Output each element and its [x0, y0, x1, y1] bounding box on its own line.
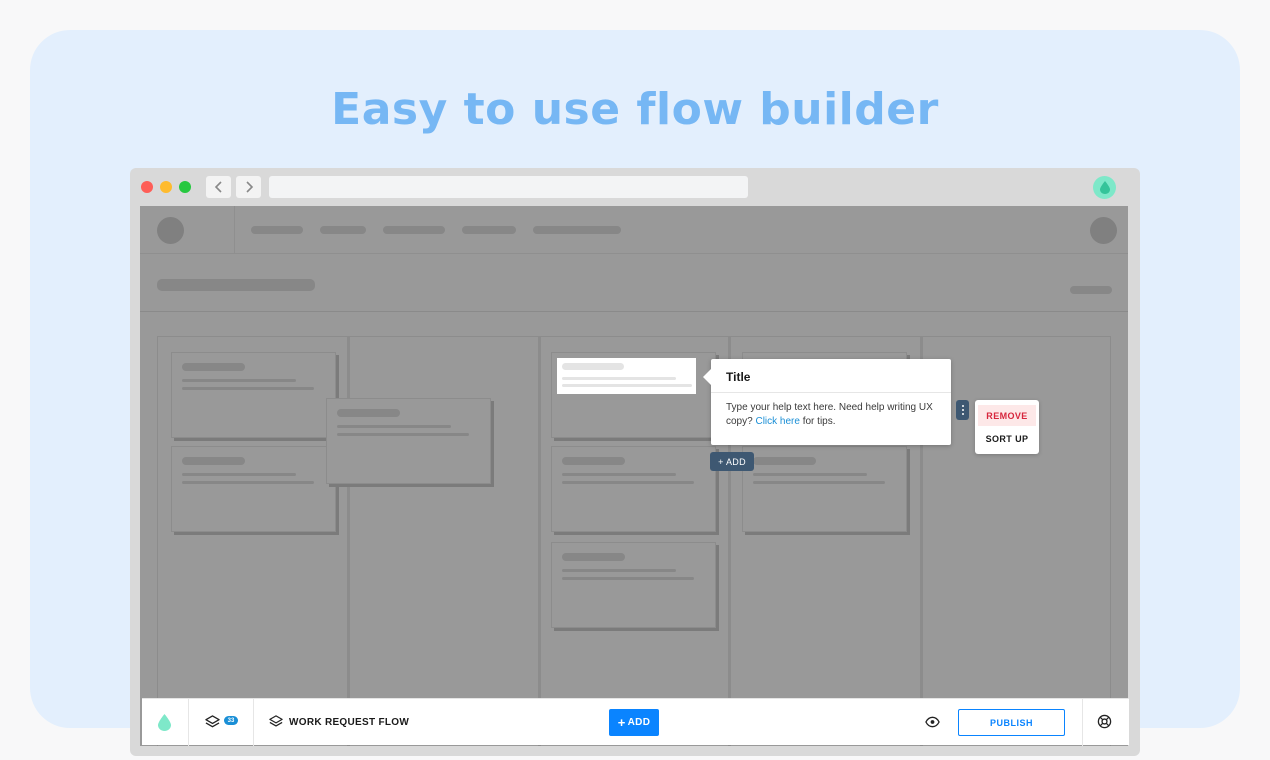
back-button[interactable]	[206, 176, 231, 198]
flow-card[interactable]	[171, 446, 336, 532]
drop-icon	[158, 714, 171, 731]
brand-button[interactable]	[158, 714, 171, 736]
headline: Easy to use flow builder	[331, 84, 939, 135]
eye-icon	[925, 716, 940, 728]
nav-placeholder	[383, 226, 445, 234]
nav-placeholder	[320, 226, 366, 234]
layers-button[interactable]	[205, 715, 220, 735]
close-window-dot[interactable]	[141, 181, 153, 193]
publish-button[interactable]: PUBLISH	[958, 709, 1065, 736]
layers-icon	[205, 715, 220, 728]
remove-menu-item[interactable]: REMOVE	[978, 405, 1036, 426]
action-placeholder	[1070, 286, 1112, 294]
help-tooltip: Title Type your help text here. Need hel…	[703, 359, 951, 445]
flow-card[interactable]	[551, 446, 716, 532]
tooltip-title: Title	[726, 370, 751, 384]
app-header-placeholder	[140, 206, 1128, 254]
address-bar[interactable]	[269, 176, 748, 198]
chevron-right-icon	[245, 181, 253, 193]
nav-placeholder	[462, 226, 516, 234]
card-context-menu: REMOVE SORT UP	[975, 400, 1039, 454]
preview-button[interactable]	[925, 715, 940, 734]
sort-up-menu-item[interactable]: SORT UP	[978, 428, 1036, 449]
add-button[interactable]: + ADD	[609, 709, 659, 736]
layers-icon	[269, 715, 283, 727]
flow-card[interactable]	[742, 446, 907, 532]
browser-window: Title Type your help text here. Need hel…	[130, 168, 1140, 756]
maximize-window-dot[interactable]	[179, 181, 191, 193]
layers-count-badge: 33	[224, 716, 238, 725]
dragging-card[interactable]	[326, 398, 491, 484]
flow-layers-icon	[269, 715, 283, 734]
drop-icon	[1099, 181, 1110, 194]
selected-card[interactable]	[557, 358, 696, 394]
avatar-placeholder	[1090, 217, 1117, 244]
flow-title[interactable]: WORK REQUEST FLOW	[289, 717, 409, 728]
chevron-left-icon	[214, 181, 222, 193]
logo-placeholder	[157, 217, 184, 244]
add-step-button[interactable]: + ADD	[710, 452, 754, 471]
nav-placeholder	[533, 226, 621, 234]
tips-link[interactable]: Click here	[755, 416, 799, 427]
page-viewport: Title Type your help text here. Need hel…	[140, 206, 1128, 746]
flow-card[interactable]	[171, 352, 336, 438]
help-button[interactable]	[1097, 714, 1112, 734]
minimize-window-dot[interactable]	[160, 181, 172, 193]
builder-toolbar: 33 WORK REQUEST FLOW + ADD PUBLISH	[142, 698, 1129, 746]
flow-card[interactable]	[551, 542, 716, 628]
lifebuoy-icon	[1097, 714, 1112, 729]
tooltip-body: Type your help text here. Need help writ…	[726, 402, 933, 427]
extension-button[interactable]	[1093, 176, 1116, 199]
title-placeholder	[157, 279, 315, 291]
nav-placeholder	[251, 226, 303, 234]
kebab-icon[interactable]	[956, 400, 969, 420]
forward-button[interactable]	[236, 176, 261, 198]
page-title-bar	[140, 254, 1128, 312]
